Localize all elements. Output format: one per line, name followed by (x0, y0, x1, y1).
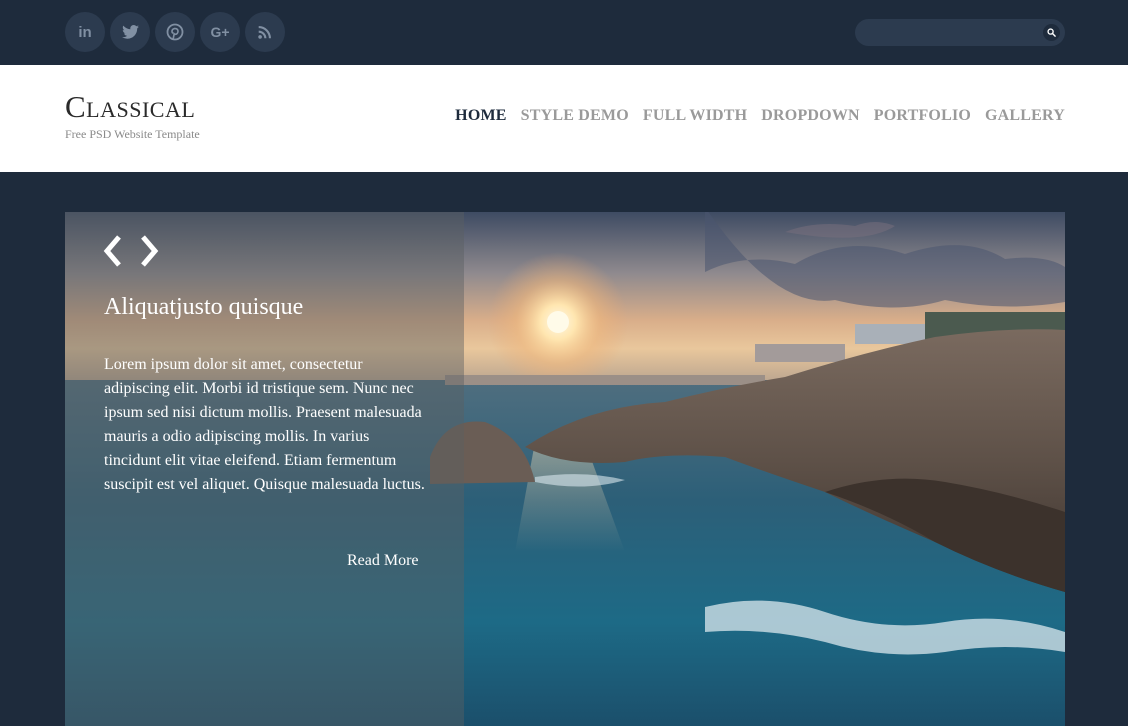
pinterest-button[interactable] (155, 12, 195, 52)
pinterest-icon (166, 23, 184, 41)
search-input[interactable] (855, 19, 1035, 46)
nav-item-home[interactable]: HOME (455, 107, 506, 125)
nav-item-full-width[interactable]: FULL WIDTH (643, 107, 747, 125)
rss-button[interactable] (245, 12, 285, 52)
top-bar: in G+ (0, 0, 1128, 65)
site-tagline: Free PSD Website Template (65, 127, 200, 141)
nav-item-style-demo[interactable]: STYLE DEMO (521, 107, 629, 125)
nav-item-dropdown[interactable]: DROPDOWN (761, 107, 859, 125)
google-plus-button[interactable]: G+ (200, 12, 240, 52)
slide-body: Lorem ipsum dolor sit amet, consectetur … (104, 356, 425, 493)
nav-item-portfolio[interactable]: PORTFOLIO (874, 107, 971, 125)
site-logo[interactable]: Classical (65, 91, 195, 123)
linkedin-button[interactable]: in (65, 12, 105, 52)
site-header: Classical Free PSD Website Template HOME… (0, 65, 1128, 172)
main-nav: HOME STYLE DEMO FULL WIDTH DROPDOWN PORT… (455, 107, 1065, 125)
search-icon (1047, 28, 1056, 37)
rss-icon (258, 26, 271, 39)
linkedin-icon: in (78, 23, 92, 41)
google-plus-icon: G+ (210, 24, 230, 40)
slide-title: Aliquatjusto quisque (104, 294, 304, 320)
chevron-left-icon[interactable] (101, 234, 123, 268)
search-box (855, 19, 1065, 46)
read-more-link[interactable]: Read More (347, 552, 419, 570)
nav-item-gallery[interactable]: GALLERY (985, 107, 1065, 125)
twitter-button[interactable] (110, 12, 150, 52)
hero-slider: Aliquatjusto quisque Lorem ipsum dolor s… (65, 212, 1065, 726)
chevron-right-icon[interactable] (139, 234, 161, 268)
twitter-icon (121, 25, 139, 39)
search-button[interactable] (1043, 24, 1060, 41)
social-links: in G+ (65, 12, 285, 52)
slide-caption: Aliquatjusto quisque Lorem ipsum dolor s… (65, 212, 464, 726)
